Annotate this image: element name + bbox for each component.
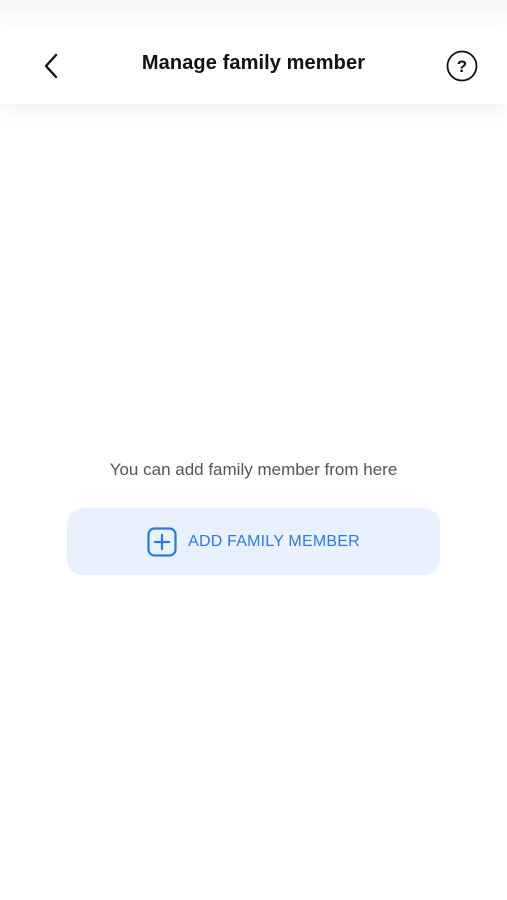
page-title: Manage family member — [141, 52, 366, 74]
help-button[interactable]: ? — [446, 50, 478, 82]
question-circle-icon: ? — [446, 50, 478, 82]
empty-state-message: You can add family member from here — [109, 460, 398, 479]
plus-square-icon — [147, 526, 177, 557]
add-family-member-label: ADD FAMILY MEMBER — [188, 532, 360, 550]
help-symbol: ? — [457, 57, 467, 76]
app-header: Manage family member ? — [0, 26, 507, 104]
add-family-member-button[interactable]: ADD FAMILY MEMBER — [67, 508, 440, 575]
status-bar — [0, 0, 507, 26]
